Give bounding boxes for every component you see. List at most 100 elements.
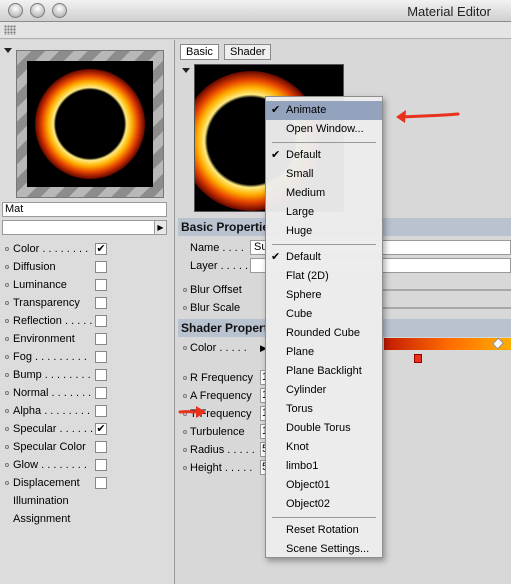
channel-row[interactable]: Normal . . . . . . . xyxy=(0,384,175,402)
channel-checkbox[interactable] xyxy=(95,315,107,327)
animation-dot-icon[interactable] xyxy=(5,445,9,449)
menu-item[interactable]: Small xyxy=(266,165,382,184)
menu-item[interactable]: Cube xyxy=(266,305,382,324)
channel-row[interactable]: Alpha . . . . . . . . xyxy=(0,402,175,420)
menu-item[interactable]: Sphere xyxy=(266,286,382,305)
material-name-field[interactable]: Mat xyxy=(2,202,167,217)
animation-dot-icon[interactable] xyxy=(183,288,187,292)
animation-dot-icon[interactable] xyxy=(183,466,187,470)
animation-dot-icon[interactable] xyxy=(5,265,9,269)
animation-dot-icon[interactable] xyxy=(5,283,9,287)
channel-row[interactable]: Transparency xyxy=(0,294,175,312)
zoom-window-button[interactable] xyxy=(52,3,67,18)
dropdown-arrow-icon[interactable]: ▶ xyxy=(154,221,166,234)
channel-checkbox[interactable] xyxy=(95,405,107,417)
channel-checkbox[interactable]: ✔ xyxy=(95,423,107,435)
minimize-window-button[interactable] xyxy=(30,3,45,18)
channel-label: Reflection . . . . . xyxy=(13,315,93,327)
menu-item[interactable]: Medium xyxy=(266,184,382,203)
animation-dot-icon[interactable] xyxy=(183,346,187,350)
channel-checkbox[interactable] xyxy=(95,351,107,363)
menu-item[interactable]: Reset Rotation xyxy=(266,521,382,540)
menu-item[interactable]: Double Torus xyxy=(266,419,382,438)
menu-item[interactable]: Rounded Cube xyxy=(266,324,382,343)
channel-checkbox[interactable] xyxy=(95,441,107,453)
gradient-knot-diamond-icon[interactable] xyxy=(491,337,505,350)
menu-item[interactable]: Cylinder xyxy=(266,381,382,400)
channel-row[interactable]: Glow . . . . . . . . xyxy=(0,456,175,474)
menu-item[interactable]: Torus xyxy=(266,400,382,419)
property-label: Name . . . . xyxy=(190,242,244,254)
animation-dot-icon[interactable] xyxy=(183,448,187,452)
menu-item[interactable]: ✔ Default xyxy=(266,248,382,267)
channel-checkbox[interactable] xyxy=(95,369,107,381)
grip-icon[interactable] xyxy=(4,25,16,35)
menu-item[interactable]: Object02 xyxy=(266,495,382,514)
property-field[interactable] xyxy=(383,289,511,291)
channel-checkbox[interactable] xyxy=(95,459,107,471)
channel-checkbox[interactable]: ✔ xyxy=(95,243,107,255)
menu-item[interactable]: Open Window... xyxy=(266,120,382,139)
channel-row[interactable]: Specular Color xyxy=(0,438,175,456)
channel-row[interactable]: Reflection . . . . . xyxy=(0,312,175,330)
channel-label: Alpha . . . . . . . . xyxy=(13,405,91,417)
channel-row[interactable]: Color . . . . . . . . ✔ xyxy=(0,240,175,258)
property-field[interactable] xyxy=(383,307,511,309)
channel-row[interactable]: Bump . . . . . . . . xyxy=(0,366,175,384)
channel-row[interactable]: Environment xyxy=(0,330,175,348)
channel-extra-item[interactable]: Illumination xyxy=(13,492,69,510)
menu-item[interactable]: ✔ Animate xyxy=(266,101,382,120)
animation-dot-icon[interactable] xyxy=(5,373,9,377)
shader-menu-triangle-icon[interactable] xyxy=(182,68,190,73)
shader-popup-menu[interactable]: ✔ Animate Open Window... ✔ Default Small Mediu… xyxy=(265,96,383,558)
menu-item[interactable]: Huge xyxy=(266,222,382,241)
channel-checkbox[interactable] xyxy=(95,279,107,291)
animation-dot-icon[interactable] xyxy=(5,355,9,359)
animation-dot-icon[interactable] xyxy=(183,376,187,380)
menu-item[interactable]: ✔ Default xyxy=(266,146,382,165)
channel-row[interactable]: Luminance xyxy=(0,276,175,294)
property-label: Height . . . . . xyxy=(190,462,253,474)
animation-dot-icon[interactable] xyxy=(183,306,187,310)
animation-dot-icon[interactable] xyxy=(5,247,9,251)
animation-dot-icon[interactable] xyxy=(5,301,9,305)
channel-row[interactable]: Fog . . . . . . . . . xyxy=(0,348,175,366)
channel-row[interactable]: Specular . . . . . . ✔ xyxy=(0,420,175,438)
channel-dropdown[interactable]: ▶ xyxy=(2,220,167,235)
color-gradient-bar[interactable] xyxy=(384,337,511,350)
menu-item[interactable]: limbo1 xyxy=(266,457,382,476)
menu-item[interactable]: Plane xyxy=(266,343,382,362)
channel-row[interactable]: Diffusion xyxy=(0,258,175,276)
channel-checkbox[interactable] xyxy=(95,387,107,399)
menu-item[interactable]: Plane Backlight xyxy=(266,362,382,381)
menu-item-label: Animate xyxy=(286,104,327,116)
gradient-knot-marker-icon[interactable] xyxy=(414,354,422,363)
animation-dot-icon[interactable] xyxy=(5,427,9,431)
animation-dot-icon[interactable] xyxy=(5,409,9,413)
preview-menu-triangle-icon[interactable] xyxy=(4,48,12,53)
animation-dot-icon[interactable] xyxy=(5,391,9,395)
menu-item[interactable]: Object01 xyxy=(266,476,382,495)
animation-dot-icon[interactable] xyxy=(5,481,9,485)
menu-item[interactable]: Flat (2D) xyxy=(266,267,382,286)
close-window-button[interactable] xyxy=(8,3,23,18)
menu-item[interactable]: Knot xyxy=(266,438,382,457)
animation-dot-icon[interactable] xyxy=(5,319,9,323)
channel-checkbox[interactable] xyxy=(95,333,107,345)
channel-checkbox[interactable] xyxy=(95,261,107,273)
menu-separator xyxy=(272,517,376,518)
animation-dot-icon[interactable] xyxy=(183,394,187,398)
channel-extra-item[interactable]: Assignment xyxy=(13,510,70,528)
property-label: Layer . . . . . xyxy=(190,260,249,272)
animation-dot-icon[interactable] xyxy=(183,430,187,434)
menu-item[interactable]: Large xyxy=(266,203,382,222)
channel-row[interactable]: Displacement xyxy=(0,474,175,492)
tab-basic[interactable]: Basic xyxy=(180,44,219,60)
material-preview[interactable] xyxy=(16,50,164,198)
channel-checkbox[interactable] xyxy=(95,297,107,309)
menu-item[interactable]: Scene Settings... xyxy=(266,540,382,559)
animation-dot-icon[interactable] xyxy=(5,337,9,341)
tab-shader[interactable]: Shader xyxy=(224,44,272,60)
animation-dot-icon[interactable] xyxy=(5,463,9,467)
channel-checkbox[interactable] xyxy=(95,477,107,489)
